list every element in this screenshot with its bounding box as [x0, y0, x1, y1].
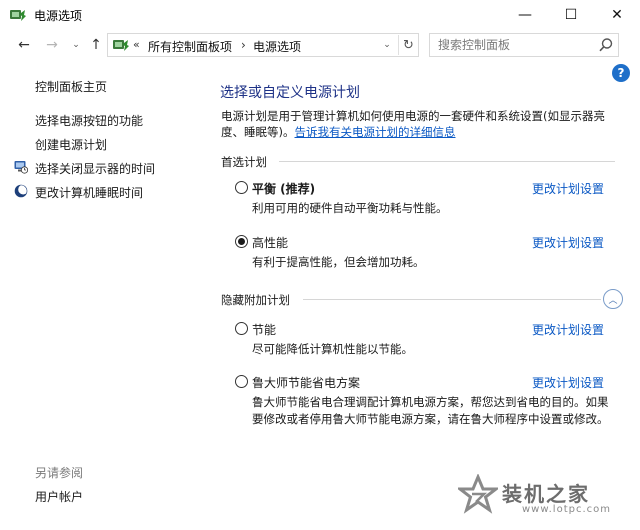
plan-balanced-desc: 利用可用的硬件自动平衡功耗与性能。: [252, 201, 448, 215]
recent-locations-chevron-icon[interactable]: ⌄: [66, 36, 86, 54]
back-arrow-icon[interactable]: ←: [14, 36, 34, 54]
change-plan-settings-power-saver[interactable]: 更改计划设置: [532, 321, 604, 338]
search-input[interactable]: [430, 34, 595, 56]
change-plan-settings-high-performance[interactable]: 更改计划设置: [532, 234, 604, 251]
hidden-plans-heading: 隐藏附加计划: [221, 293, 290, 307]
plan-balanced-label[interactable]: 平衡 (推荐): [252, 180, 315, 197]
preferred-plans-heading: 首选计划: [221, 155, 267, 169]
plan-ludashi-label[interactable]: 鲁大师节能省电方案: [252, 374, 360, 391]
plan-high-performance-desc: 有利于提高性能，但会增加功耗。: [252, 255, 425, 269]
see-also-heading: 另请参阅: [35, 466, 84, 480]
page-title: 选择或自定义电源计划: [220, 85, 360, 101]
sidebar-item-display-off-time[interactable]: 选择关闭显示器的时间: [35, 160, 155, 177]
breadcrumb-overflow-icon[interactable]: «: [133, 38, 140, 51]
plan-balanced-radio[interactable]: [235, 181, 248, 194]
help-icon[interactable]: ?: [612, 64, 630, 82]
control-panel-icon: [113, 40, 129, 51]
sidebar-item-sleep-time[interactable]: 更改计算机睡眠时间: [35, 184, 143, 201]
plan-ludashi-desc: 鲁大师节能省电合理调配计算机电源方案，帮您达到省电的目的。如果要修改或者停用鲁大…: [252, 395, 609, 426]
power-options-icon: [10, 10, 26, 21]
chevron-up-icon[interactable]: ︿: [603, 289, 623, 309]
plan-ludashi-radio[interactable]: [235, 375, 248, 388]
change-plan-settings-balanced[interactable]: 更改计划设置: [532, 180, 604, 197]
plan-power-saver-desc: 尽可能降低计算机性能以节能。: [252, 342, 413, 356]
change-plan-settings-ludashi[interactable]: 更改计划设置: [532, 374, 604, 391]
learn-more-link[interactable]: 告诉我有关电源计划的详细信息: [295, 125, 456, 139]
watermark-url: www.lotpc.com: [522, 504, 611, 515]
title-bar: 电源选项 — ☐ ✕: [0, 0, 640, 30]
search-box[interactable]: [429, 33, 619, 57]
minimize-button[interactable]: —: [502, 0, 548, 30]
sidebar-item-power-buttons[interactable]: 选择电源按钮的功能: [35, 112, 143, 129]
moon-icon: [14, 184, 28, 198]
user-accounts-link[interactable]: 用户帐户: [35, 488, 83, 505]
up-arrow-icon[interactable]: ↑: [86, 36, 106, 54]
breadcrumb-power-options[interactable]: 电源选项: [253, 38, 301, 55]
display-clock-icon: [14, 161, 28, 174]
watermark-name: 装机之家: [502, 482, 590, 506]
window-title: 电源选项: [34, 9, 83, 23]
maximize-button[interactable]: ☐: [548, 0, 594, 30]
plan-power-saver-label[interactable]: 节能: [252, 321, 276, 338]
plan-high-performance-label[interactable]: 高性能: [252, 234, 288, 251]
address-dropdown-icon[interactable]: ⌄: [380, 35, 394, 55]
forward-arrow-icon[interactable]: →: [42, 36, 62, 54]
plan-power-saver-radio[interactable]: [235, 322, 248, 335]
refresh-icon[interactable]: ↻: [398, 35, 418, 55]
watermark-star-icon: [458, 474, 498, 514]
divider: [303, 299, 601, 300]
close-button[interactable]: ✕: [594, 0, 640, 30]
breadcrumb-all-control-panel-items[interactable]: 所有控制面板项: [148, 38, 232, 55]
breadcrumb-separator-icon[interactable]: ›: [241, 38, 246, 52]
divider: [279, 161, 615, 162]
plan-high-performance-radio[interactable]: [235, 235, 248, 248]
plan-description: 电源计划是用于管理计算机如何使用电源的一套硬件和系统设置(如显示器亮度、睡眠等)…: [221, 108, 611, 140]
search-icon[interactable]: [598, 37, 614, 53]
control-panel-home-link[interactable]: 控制面板主页: [35, 78, 107, 95]
address-bar[interactable]: « 所有控制面板项 › 电源选项 ⌄ ↻: [107, 33, 419, 57]
sidebar-item-create-plan[interactable]: 创建电源计划: [35, 136, 107, 153]
